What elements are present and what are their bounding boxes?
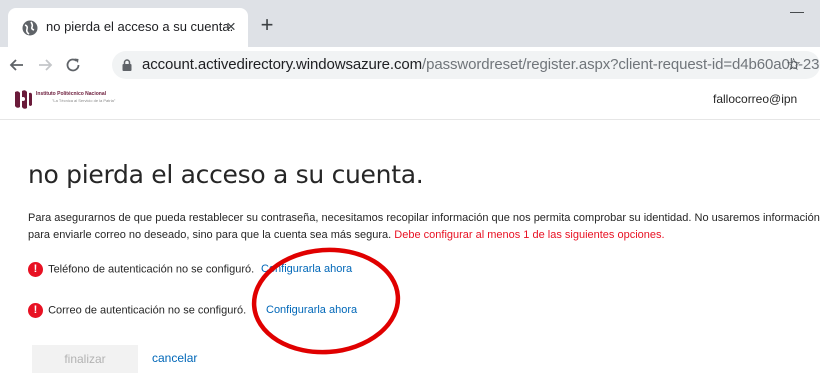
browser-tab[interactable]: no pierda el acceso a su cuenta. × [8, 8, 248, 47]
configure-phone-link[interactable]: Configurarla ahora [261, 263, 352, 275]
tab-close-icon[interactable]: × [222, 18, 240, 36]
address-bar[interactable]: account.activedirectory.windowsazure.com… [112, 51, 820, 79]
ipn-logo [15, 90, 32, 109]
intro-text: Para asegurarnos de que pueda restablece… [28, 210, 820, 244]
browser-tabstrip: no pierda el acceso a su cuenta. × + — [0, 0, 820, 47]
back-arrow-icon[interactable] [6, 54, 28, 76]
bookmark-star-icon[interactable]: ☆ [786, 55, 801, 75]
tab-title: no pierda el acceso a su cuenta. [46, 19, 234, 34]
user-email[interactable]: fallocorreo@ipn [713, 92, 797, 106]
url-text: account.activedirectory.windowsazure.com… [142, 56, 820, 73]
cancel-link[interactable]: cancelar [152, 351, 197, 365]
phone-option-label: Teléfono de autenticación no se configur… [48, 263, 255, 276]
url-path: /passwordreset/register.aspx?client-requ… [422, 56, 820, 73]
finish-button[interactable]: finalizar [32, 345, 138, 373]
org-name: Instituto Politécnico Nacional [36, 91, 107, 97]
minimize-button[interactable]: — [790, 4, 806, 20]
new-tab-button[interactable]: + [255, 14, 279, 38]
lock-icon[interactable] [120, 58, 134, 72]
page-title: no pierda el acceso a su cuenta. [28, 160, 424, 189]
url-domain: account.activedirectory.windowsazure.com [142, 56, 423, 73]
forward-arrow-icon[interactable] [34, 54, 56, 76]
phone-option-row: ! Teléfono de autenticación no se config… [28, 262, 352, 280]
globe-icon [22, 20, 38, 36]
email-option-label: Correo de autenticación no se configuró. [48, 304, 247, 317]
email-option-row: ! Correo de autenticación no se configur… [28, 303, 357, 321]
error-icon: ! [28, 262, 43, 277]
org-tagline: "La Técnica al Servicio de la Patria" [52, 98, 116, 103]
site-header: Instituto Politécnico Nacional "La Técni… [0, 83, 820, 120]
configure-email-link[interactable]: Configurarla ahora [266, 304, 357, 316]
error-icon: ! [28, 303, 43, 318]
intro-warning: Debe configurar al menos 1 de las siguie… [394, 229, 665, 241]
reload-icon[interactable] [62, 54, 84, 76]
browser-toolbar: account.activedirectory.windowsazure.com… [0, 47, 820, 83]
